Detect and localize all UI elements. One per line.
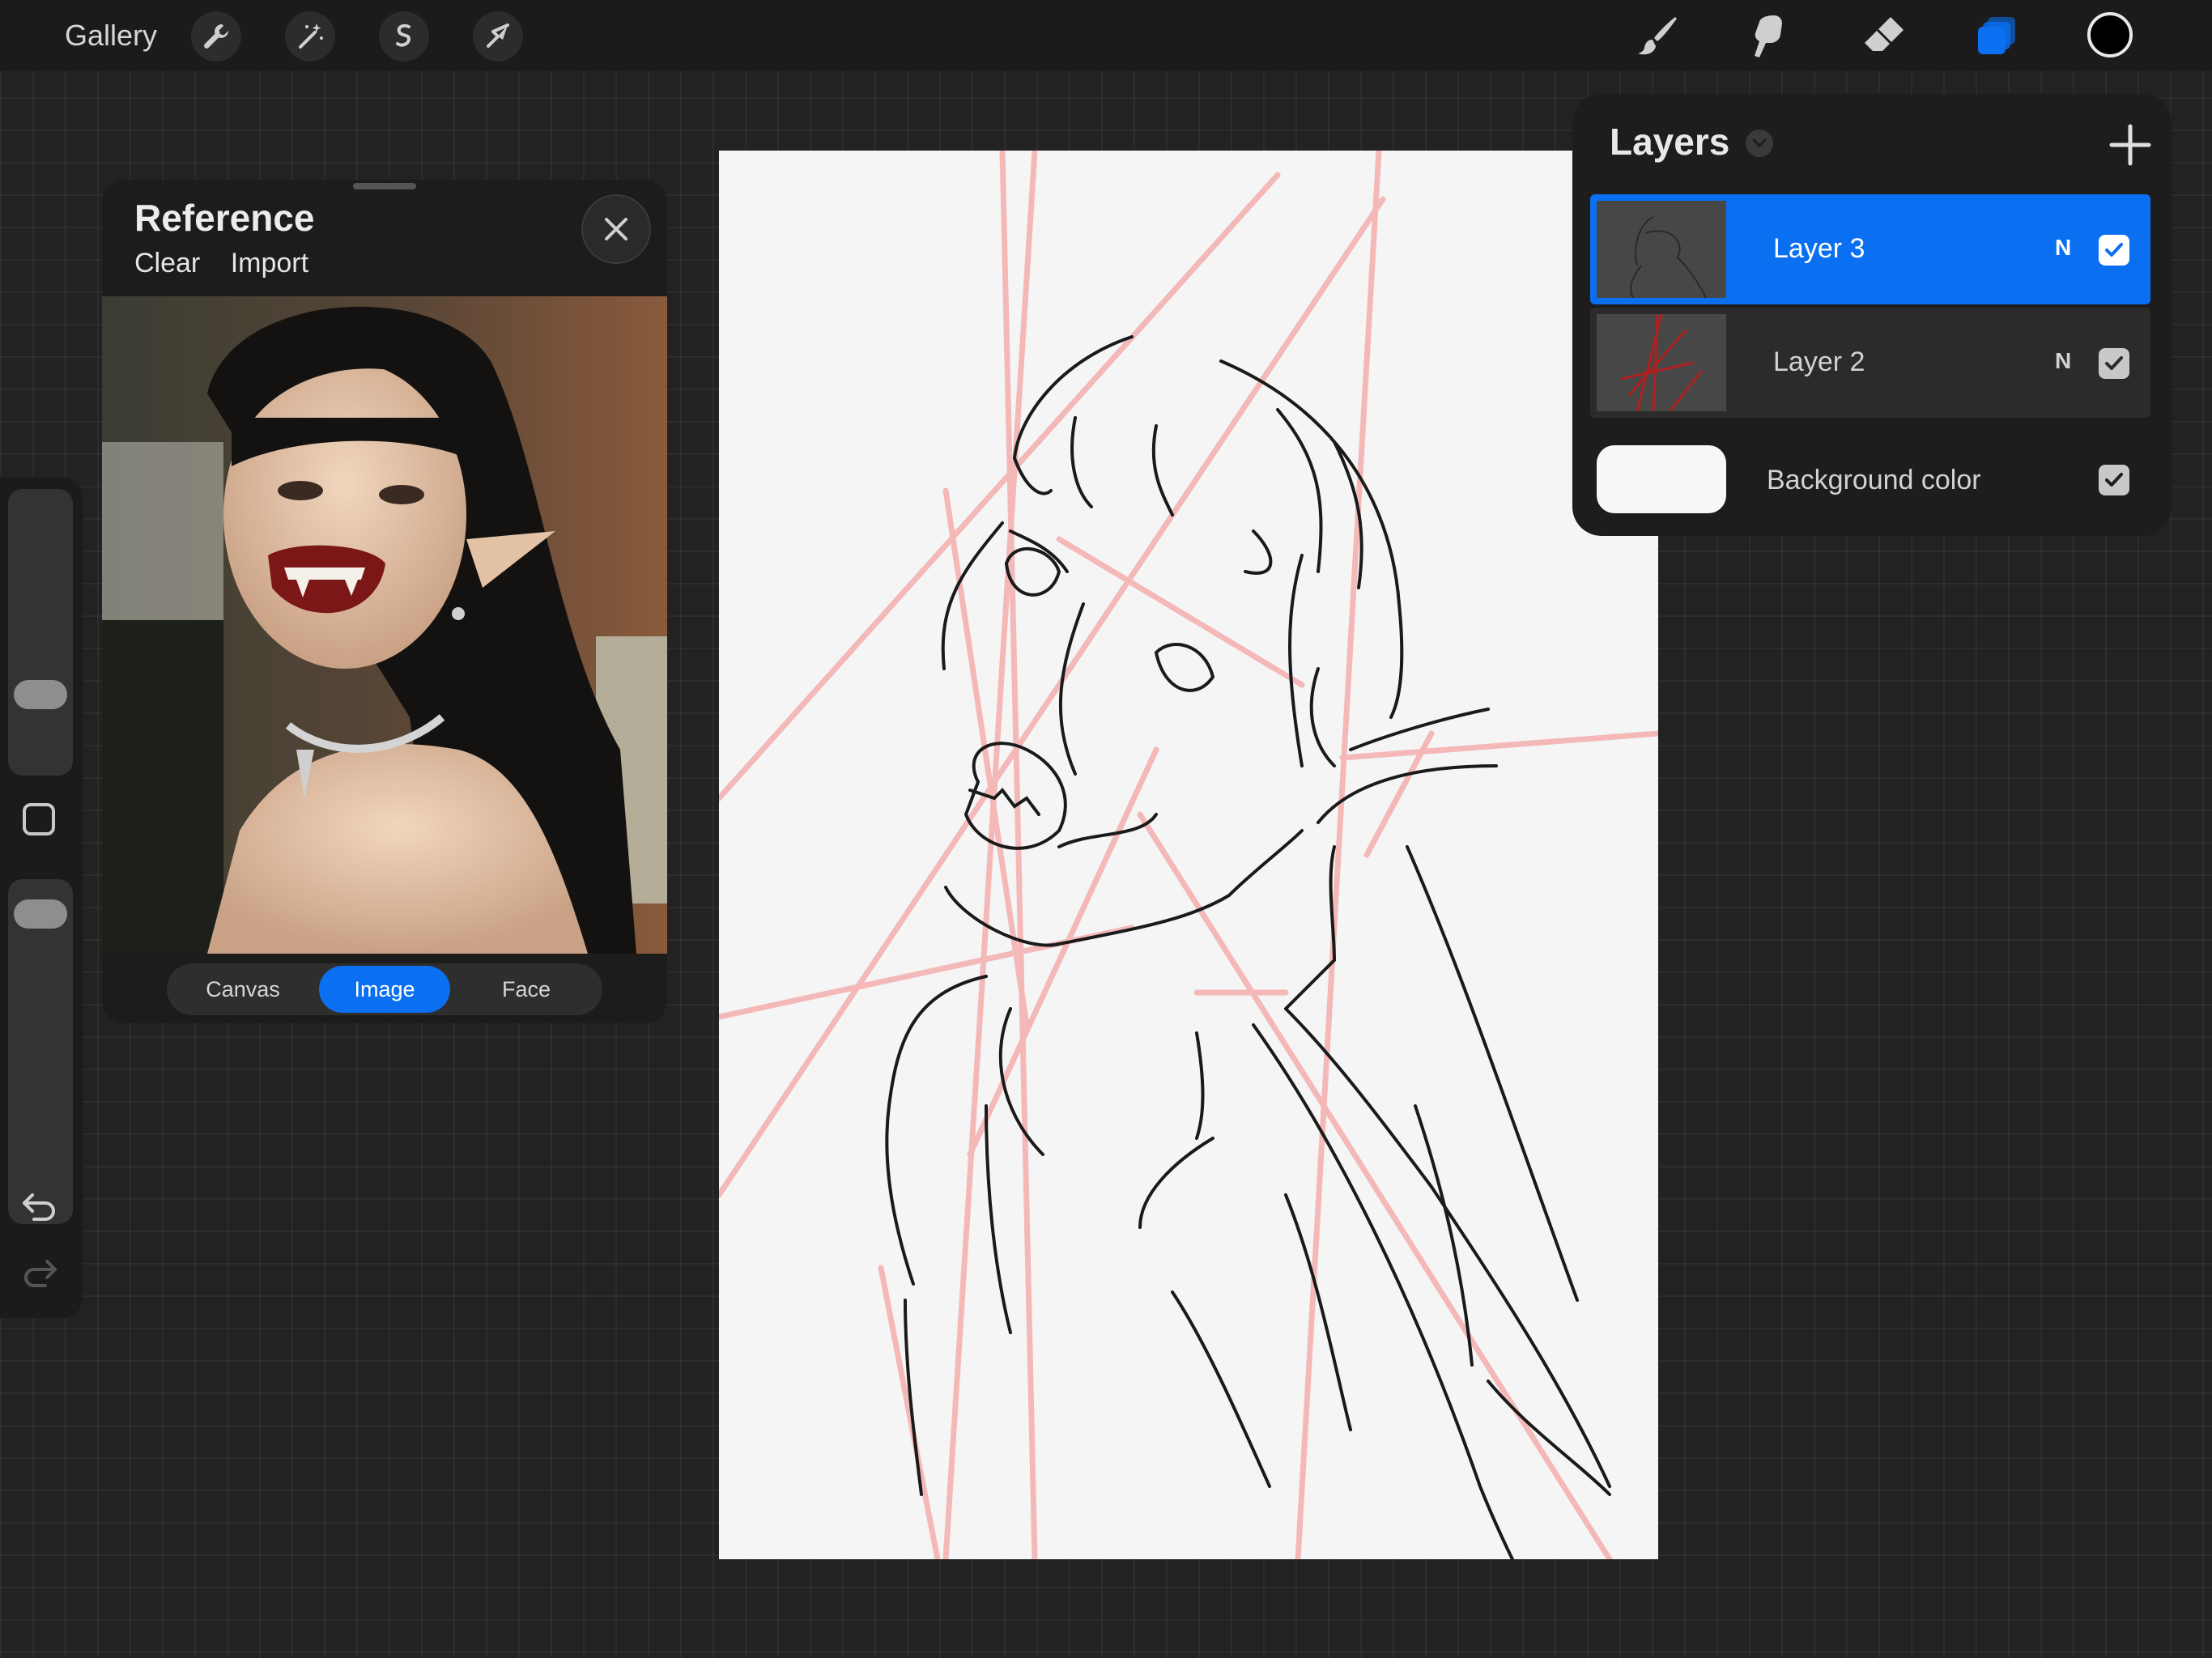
add-layer-button[interactable] [2107, 121, 2154, 168]
layers-options-button[interactable] [1746, 130, 1773, 157]
layer-thumbnail [1597, 314, 1726, 411]
layers-panel: Layers Layer 3 N Layer 2 N Background co… [1572, 94, 2172, 536]
tab-canvas[interactable]: Canvas [167, 963, 319, 1015]
layer-row[interactable]: Layer 3 N [1590, 194, 2150, 304]
drag-handle[interactable] [353, 183, 416, 189]
layers-icon [1978, 17, 2015, 54]
redo-icon[interactable] [19, 1255, 60, 1290]
layer-name: Layer 2 [1773, 346, 1865, 377]
blend-mode-button[interactable]: N [2055, 348, 2071, 374]
sketch-lines [885, 335, 1611, 1559]
transform-button[interactable] [473, 11, 523, 62]
undo-icon[interactable] [19, 1188, 60, 1224]
brush-size-slider[interactable] [8, 489, 73, 776]
clear-button[interactable]: Clear [134, 248, 200, 278]
layer-visibility-checkbox[interactable] [2099, 235, 2129, 266]
checkmark-icon [2105, 473, 2123, 487]
layer-visibility-checkbox[interactable] [2099, 348, 2129, 379]
chevron-down-icon [1752, 138, 1767, 148]
brush-icon [1638, 17, 1677, 55]
reference-mode-tabs: Canvas Image Face [167, 963, 602, 1015]
construction-lines [719, 151, 1658, 1559]
layer-row[interactable]: Layer 2 N [1590, 308, 2150, 418]
opacity-slider[interactable] [8, 879, 73, 1224]
layer-name: Layer 3 [1773, 233, 1865, 264]
import-button[interactable]: Import [231, 248, 308, 278]
selection-icon [396, 23, 411, 47]
brush-size-thumb[interactable] [14, 679, 67, 709]
close-button[interactable] [581, 194, 651, 264]
reference-photo [102, 296, 667, 954]
eraser-tool[interactable] [1857, 10, 1911, 63]
brush-tool[interactable] [1631, 10, 1684, 63]
adjustments-button[interactable] [285, 11, 335, 62]
left-sidebar [0, 478, 83, 1318]
background-color-swatch[interactable] [1597, 445, 1726, 513]
background-color-label: Background color [1767, 465, 1981, 495]
wrench-icon [204, 24, 228, 49]
layer-thumbnail [1597, 201, 1726, 298]
blend-mode-button[interactable]: N [2055, 235, 2071, 261]
sketch-artwork [719, 151, 1658, 1559]
selection-button[interactable] [379, 11, 429, 62]
smudge-icon [1755, 15, 1782, 57]
color-picker-button[interactable] [2087, 12, 2133, 57]
drawing-canvas[interactable] [719, 151, 1658, 1559]
checkmark-icon [2105, 243, 2123, 257]
actions-button[interactable] [191, 11, 241, 62]
magic-wand-icon [299, 23, 323, 49]
close-icon [605, 218, 627, 240]
opacity-thumb[interactable] [14, 899, 67, 929]
top-toolbar: Gallery [0, 0, 2212, 71]
layers-tool[interactable] [1971, 10, 2024, 63]
tab-image[interactable]: Image [319, 966, 450, 1013]
tab-face[interactable]: Face [450, 963, 602, 1015]
background-color-row[interactable]: Background color [1590, 439, 2150, 520]
smudge-tool[interactable] [1744, 10, 1797, 63]
reference-title: Reference [134, 197, 315, 239]
layers-title: Layers [1610, 121, 1730, 163]
modify-square-icon[interactable] [23, 803, 55, 835]
eraser-icon [1865, 17, 1904, 51]
checkmark-icon [2105, 356, 2123, 370]
background-visibility-checkbox[interactable] [2099, 465, 2129, 495]
reference-panel: Reference Clear Import Canvas Image Face [102, 180, 667, 1023]
transform-arrow-icon [487, 23, 509, 48]
gallery-button[interactable]: Gallery [65, 15, 157, 57]
